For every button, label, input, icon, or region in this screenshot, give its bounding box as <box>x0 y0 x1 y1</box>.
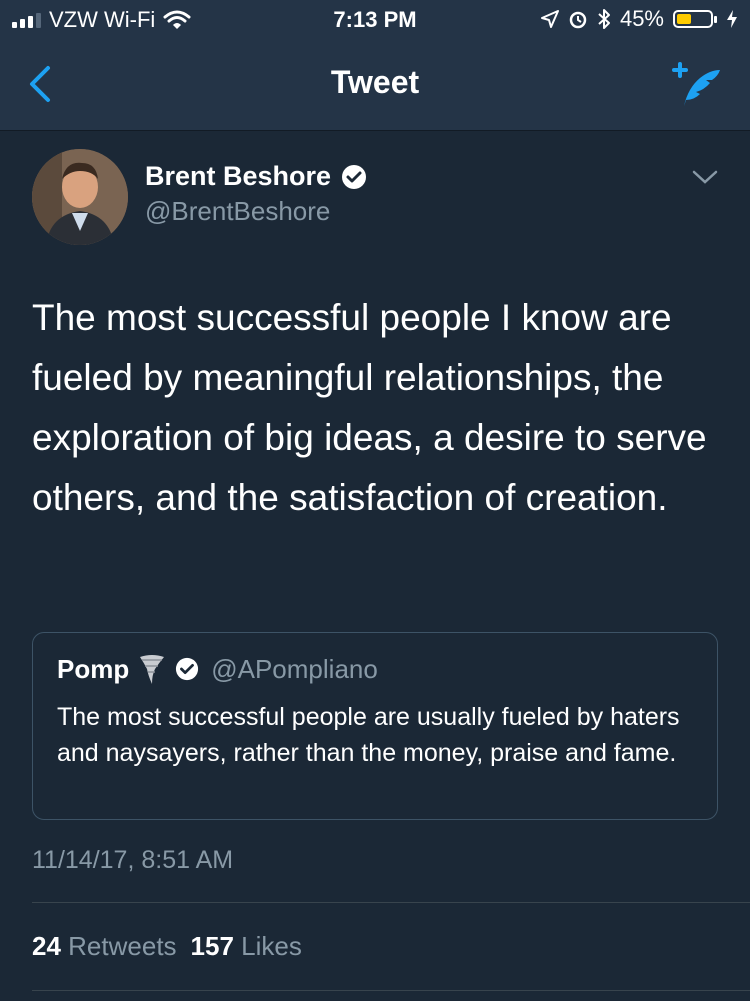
verified-badge-icon <box>176 657 199 681</box>
status-bar: VZW Wi-Fi 7:13 PM 45% <box>0 0 750 40</box>
retweets-count: 24 <box>32 931 61 961</box>
divider <box>32 990 750 991</box>
retweets-label: Retweets <box>68 931 177 961</box>
author-name[interactable]: Brent Beshore <box>145 161 331 192</box>
author-handle[interactable]: @BrentBeshore <box>145 196 330 227</box>
tornado-icon <box>140 655 165 684</box>
avatar[interactable] <box>32 149 128 245</box>
avatar-photo <box>32 149 128 245</box>
location-arrow-icon <box>540 10 559 28</box>
tweet-author[interactable]: Brent Beshore @BrentBeshore <box>32 149 718 249</box>
page-title: Tweet <box>330 64 420 100</box>
tweet-timestamp: 11/14/17, 8:51 AM <box>32 846 234 874</box>
quoted-tweet-text: The most successful people are usually f… <box>57 703 680 767</box>
tweet-stats: 24 Retweets 157 Likes <box>32 931 302 962</box>
quoted-tweet[interactable]: Pomp @APompliano The most successful peo… <box>32 632 718 820</box>
quoted-author-name: Pomp <box>57 653 130 684</box>
charging-bolt-icon <box>727 10 737 28</box>
chevron-down-icon[interactable] <box>692 169 718 185</box>
likes-label: Likes <box>241 931 302 961</box>
quoted-tweet-header: Pomp @APompliano <box>57 653 378 685</box>
retweets-stat[interactable]: 24 Retweets <box>32 931 177 962</box>
tweet-text: The most successful people I know are fu… <box>32 297 707 518</box>
battery-percent: 45% <box>619 6 664 31</box>
likes-stat[interactable]: 157 Likes <box>191 931 302 962</box>
battery-fill <box>677 14 692 24</box>
compose-tweet-icon[interactable] <box>666 62 722 110</box>
status-right: 45% <box>540 6 738 32</box>
top-bar: VZW Wi-Fi 7:13 PM 45% Tweet <box>0 0 750 131</box>
battery-icon <box>673 10 717 28</box>
bluetooth-icon <box>598 9 610 29</box>
alarm-icon <box>569 11 587 29</box>
divider <box>32 902 750 903</box>
verified-badge-icon <box>342 164 367 189</box>
quoted-author-handle: @APompliano <box>211 653 378 684</box>
likes-count: 157 <box>190 931 234 961</box>
author-name-row: Brent Beshore <box>145 161 367 192</box>
